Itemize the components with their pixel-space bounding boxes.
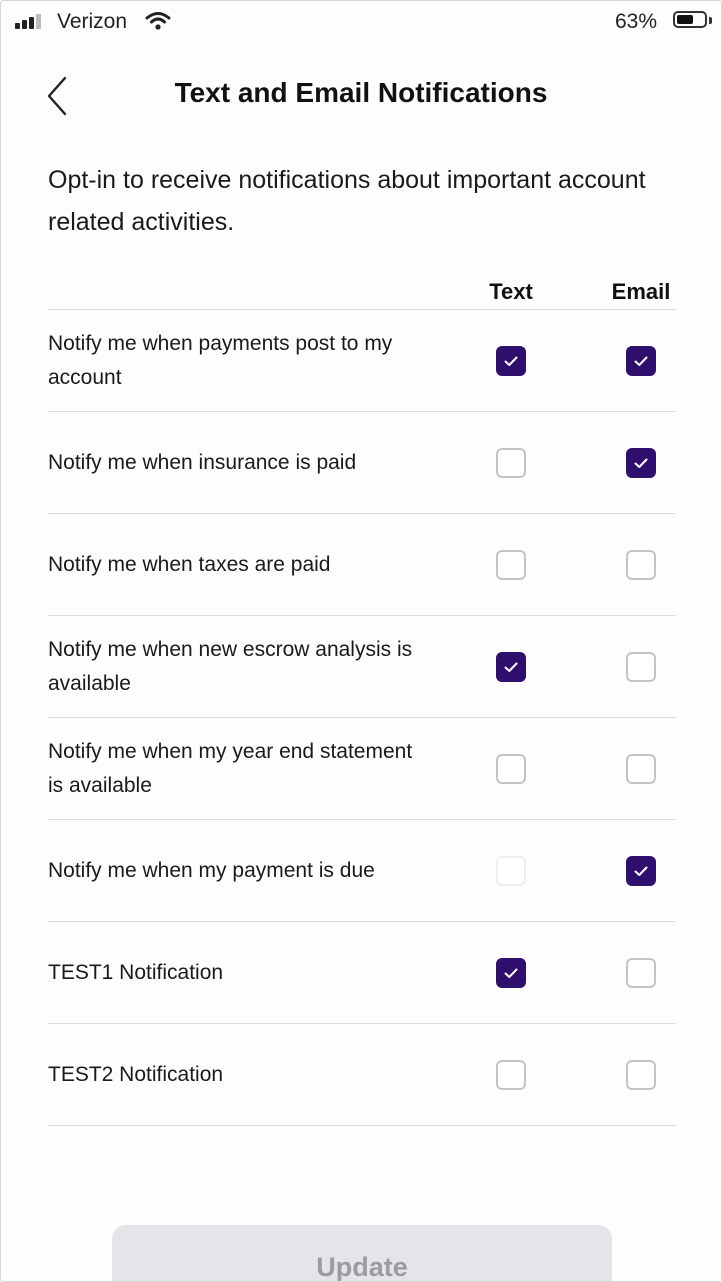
text-checkbox[interactable] <box>496 549 526 580</box>
page-title: Text and Email Notifications <box>174 77 548 108</box>
notifications-screen: Verizon 63% Text and Email Notifications… <box>0 0 722 1282</box>
notification-row: Notify me when insurance is paid <box>48 412 676 514</box>
email-checkbox[interactable] <box>626 345 656 376</box>
check-icon <box>504 968 518 978</box>
notification-label: Notify me when new escrow analysis is av… <box>48 637 413 695</box>
notification-row: TEST1 Notification <box>48 922 676 1024</box>
email-checkbox[interactable] <box>626 753 656 784</box>
email-checkbox[interactable] <box>626 1059 656 1090</box>
text-column-header: Text <box>489 279 533 304</box>
text-checkbox[interactable] <box>496 1059 526 1090</box>
notification-label: Notify me when my payment is due <box>48 858 375 882</box>
check-icon <box>634 866 648 876</box>
battery-percent: 63% <box>614 10 657 33</box>
notification-row: Notify me when payments post to my accou… <box>48 310 676 412</box>
email-checkbox[interactable] <box>626 447 656 478</box>
check-icon <box>504 356 518 366</box>
notification-row: Notify me when taxes are paid <box>48 514 676 616</box>
wifi-icon <box>145 12 171 30</box>
notification-row: Notify me when my payment is due <box>48 820 676 922</box>
email-checkbox[interactable] <box>626 651 656 682</box>
check-icon <box>634 458 648 468</box>
check-icon <box>634 356 648 366</box>
intro-text: Opt-in to receive notifications about im… <box>48 166 646 236</box>
text-checkbox[interactable] <box>496 651 526 682</box>
text-checkbox[interactable] <box>496 447 526 478</box>
check-icon <box>504 662 518 672</box>
text-checkbox[interactable] <box>496 345 526 376</box>
text-checkbox[interactable] <box>496 855 526 886</box>
notification-list: Notify me when payments post to my accou… <box>48 310 676 1126</box>
notification-label: Notify me when insurance is paid <box>48 450 357 474</box>
email-checkbox[interactable] <box>626 957 656 988</box>
battery-tip <box>709 17 712 24</box>
battery-fill <box>677 15 693 24</box>
notification-label: Notify me when taxes are paid <box>48 552 331 576</box>
text-checkbox[interactable] <box>496 957 526 988</box>
carrier-name: Verizon <box>57 10 128 33</box>
email-column-header: Email <box>611 279 671 304</box>
notification-row: TEST2 Notification <box>48 1024 676 1126</box>
notification-label: TEST1 Notification <box>48 960 224 984</box>
battery-icon <box>673 11 707 28</box>
notification-label: TEST2 Notification <box>48 1062 224 1086</box>
signal-icon <box>15 13 45 29</box>
update-button[interactable]: Update <box>112 1225 612 1281</box>
status-bar: Verizon 63% <box>1 1 721 45</box>
notification-label: Notify me when payments post to my accou… <box>48 331 393 389</box>
text-checkbox[interactable] <box>496 753 526 784</box>
notification-label: Notify me when my year end statement is … <box>48 739 413 797</box>
email-checkbox[interactable] <box>626 855 656 886</box>
notification-row: Notify me when my year end statement is … <box>48 718 676 820</box>
notification-row: Notify me when new escrow analysis is av… <box>48 616 676 718</box>
email-checkbox[interactable] <box>626 549 656 580</box>
